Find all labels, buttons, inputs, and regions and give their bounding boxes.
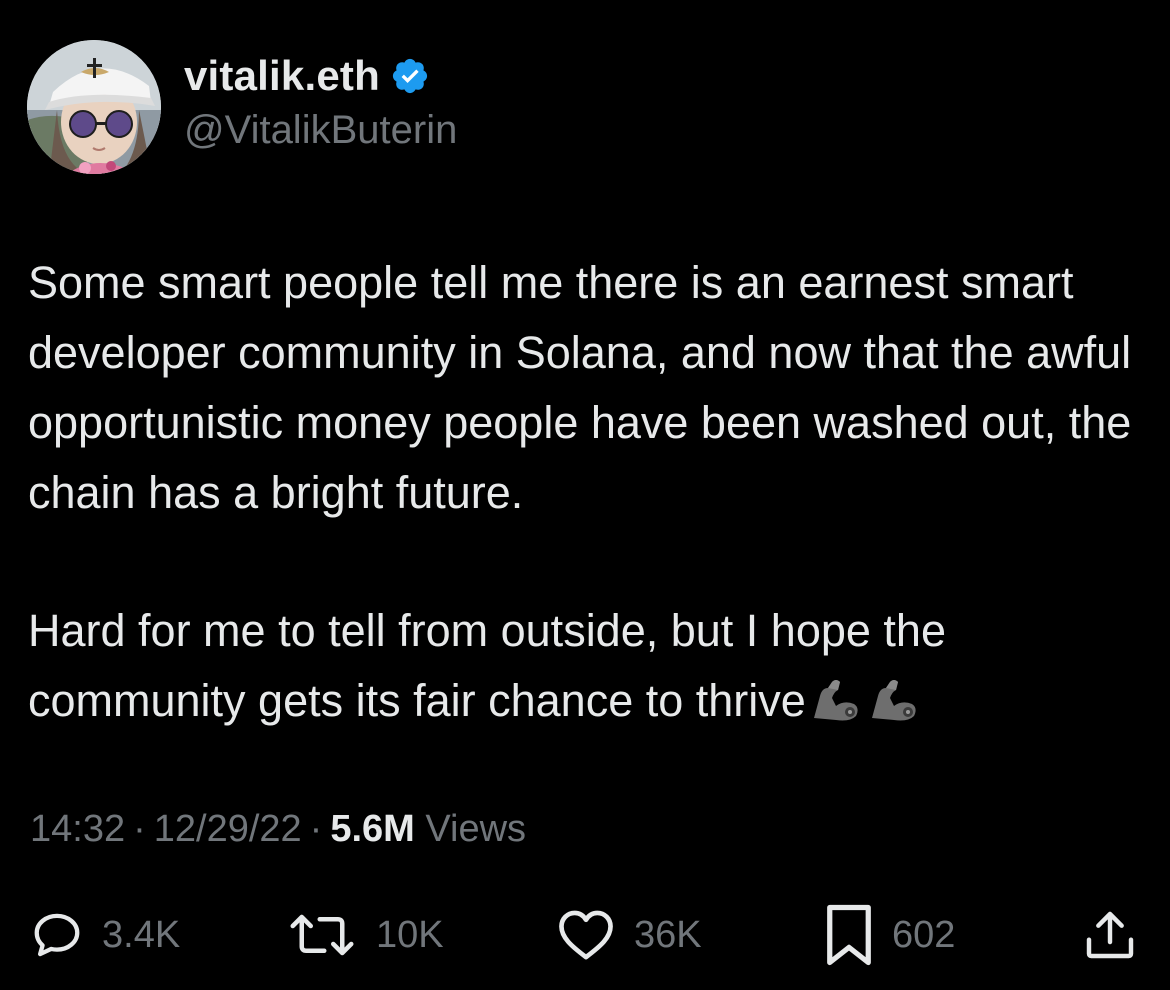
avatar[interactable] <box>27 40 161 174</box>
flexed-biceps-icon <box>813 680 858 721</box>
author-handle[interactable]: @VitalikButerin <box>184 108 457 153</box>
retweet-button[interactable]: 10K <box>286 900 444 970</box>
tweet-text: Some smart people tell me there is an ea… <box>28 248 1138 736</box>
avatar-image <box>27 40 161 174</box>
meta-separator: · <box>309 808 323 850</box>
tweet-paragraph-1: Some smart people tell me there is an ea… <box>28 257 1132 518</box>
bookmark-icon <box>827 904 871 966</box>
tweet-card: vitalik.eth @VitalikButerin Some smart p… <box>0 0 1170 990</box>
tweet-paragraph-2: Hard for me to tell from outside, but I … <box>28 596 1138 736</box>
flexed-biceps-icon <box>871 680 916 721</box>
verified-badge-icon[interactable] <box>390 56 430 96</box>
author-name-row: vitalik.eth <box>184 52 430 100</box>
heart-icon <box>559 910 613 960</box>
tweet-meta: 14:32 · 12/29/22 · 5.6M Views <box>30 808 526 851</box>
like-button[interactable]: 36K <box>556 900 702 970</box>
bookmark-count: 602 <box>892 913 956 956</box>
bookmark-button[interactable]: 602 <box>824 900 955 970</box>
share-icon <box>1086 911 1134 959</box>
retweet-count: 10K <box>376 913 444 956</box>
views-label[interactable]: Views <box>425 808 526 850</box>
like-count: 36K <box>634 913 702 956</box>
tweet-paragraph-2-text: Hard for me to tell from outside, but I … <box>28 605 946 726</box>
display-name[interactable]: vitalik.eth <box>184 52 380 100</box>
reply-button[interactable]: 3.4K <box>30 900 180 970</box>
retweet-icon <box>290 914 354 956</box>
meta-separator: · <box>133 808 146 850</box>
views-count[interactable]: 5.6M <box>330 808 414 850</box>
tweet-time[interactable]: 14:32 <box>30 808 125 850</box>
reply-count: 3.4K <box>102 913 181 956</box>
emoji-group <box>810 678 920 722</box>
share-button[interactable] <box>1082 900 1138 970</box>
action-bar: 3.4K 10K 36K 602 <box>0 900 1170 970</box>
reply-icon <box>34 913 80 957</box>
tweet-date[interactable]: 12/29/22 <box>154 808 302 850</box>
